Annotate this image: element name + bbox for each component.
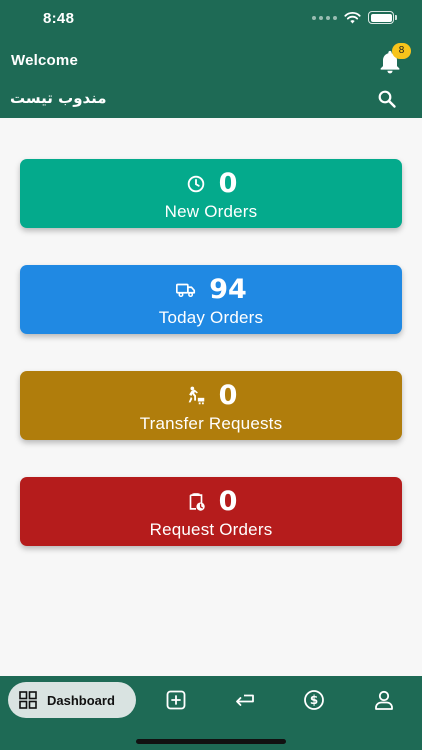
nav-add[interactable]	[164, 688, 188, 712]
today-orders-card[interactable]: 94 Today Orders	[20, 265, 402, 334]
add-square-icon	[166, 690, 186, 710]
person-transfer-icon	[188, 386, 204, 405]
clipboard-clock-icon	[189, 493, 205, 511]
welcome-text: Welcome	[11, 52, 78, 69]
signal-icon	[312, 15, 337, 20]
truck-icon	[176, 283, 196, 298]
new-orders-count: 0	[218, 168, 238, 199]
home-indicator	[136, 739, 286, 744]
new-orders-label: New Orders	[164, 202, 258, 221]
status-icons	[312, 11, 397, 24]
request-orders-card[interactable]: 0 Request Orders	[20, 477, 402, 546]
notification-badge: 8	[392, 43, 411, 59]
wifi-icon	[344, 11, 361, 24]
status-time: 8:48	[43, 10, 75, 27]
return-arrow-icon	[236, 694, 254, 706]
app-header: 8:48 Welcome مندوب تيست	[0, 0, 422, 118]
clock-icon	[187, 175, 204, 193]
battery-icon	[368, 11, 397, 24]
today-orders-label: Today Orders	[158, 308, 264, 327]
grid-icon	[19, 691, 37, 709]
user-icon	[375, 690, 393, 710]
transfer-requests-count: 0	[218, 380, 238, 411]
transfer-requests-card[interactable]: 0 Transfer Requests	[20, 371, 402, 440]
search-icon[interactable]	[377, 89, 397, 109]
today-orders-count: 94	[209, 274, 247, 305]
agent-name: مندوب تيست	[10, 89, 107, 107]
new-orders-card[interactable]: 0 New Orders	[20, 159, 402, 228]
transfer-requests-label: Transfer Requests	[139, 414, 283, 433]
status-bar: 8:48	[0, 0, 422, 40]
svg-text:$: $	[310, 693, 318, 707]
request-orders-count: 0	[218, 486, 238, 517]
nav-profile[interactable]	[372, 688, 396, 712]
nav-payments[interactable]: $	[302, 688, 326, 712]
nav-dashboard[interactable]: Dashboard	[8, 682, 136, 718]
nav-dashboard-label: Dashboard	[47, 692, 115, 708]
dollar-icon: $	[304, 690, 324, 710]
request-orders-label: Request Orders	[149, 520, 273, 539]
nav-return[interactable]	[233, 688, 257, 712]
